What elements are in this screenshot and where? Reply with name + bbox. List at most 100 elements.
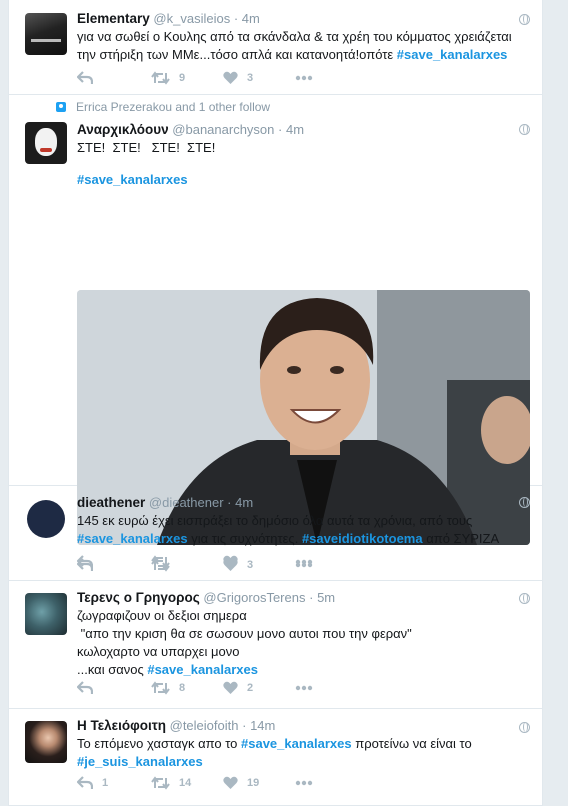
fullname[interactable]: Τερενς ο Γρηγορος (77, 590, 200, 605)
tweet-text: ζωγραφιζουν οι δεξιοι σημερα "απο την κρ… (77, 607, 530, 679)
retweet-count: 14 (179, 777, 192, 789)
username[interactable]: @bananarchyson (172, 122, 274, 137)
tweet-text-line: ζωγραφιζουν οι δεξιοι σημερα (77, 608, 247, 623)
retweet-button[interactable]: 14 (151, 774, 223, 792)
hashtag-link[interactable]: #save_kanalarxes (77, 172, 188, 187)
heart-icon (223, 776, 238, 789)
timeline: Elementary @k_vasileios · 4m για να σωθε… (8, 0, 543, 806)
more-button[interactable] (295, 679, 313, 697)
tweet-header: dieathener @dieathener · 4m (77, 494, 530, 512)
separator: · (227, 495, 232, 510)
retweet-icon (151, 71, 170, 85)
tweet[interactable]: dieathener @dieathener · 4m 145 εκ ευρώ … (9, 486, 542, 581)
retweet-count: 8 (179, 682, 186, 694)
like-button[interactable]: 3 (223, 69, 295, 87)
reply-button[interactable] (77, 69, 151, 87)
retweet-button[interactable]: 8 (151, 679, 223, 697)
tweet-text: για να σωθεί ο Κουλης από τα σκάνδαλα & … (77, 28, 530, 64)
reply-button[interactable] (77, 553, 151, 571)
tweet-text-part: 145 εκ ευρώ έχει εισπράξει το δημόσιο όλ… (77, 513, 473, 528)
separator: · (278, 122, 283, 137)
tweet-actions: 8 2 (77, 679, 313, 697)
more-button[interactable] (295, 553, 313, 571)
hashtag-link[interactable]: #save_kanalarxes (147, 662, 258, 677)
like-count: 2 (247, 682, 254, 694)
reply-icon (77, 555, 93, 568)
timestamp[interactable]: 4m (242, 11, 260, 26)
hashtag-link[interactable]: #saveidiotikotoema (302, 531, 423, 546)
clown-avatar-image (25, 122, 67, 164)
like-button[interactable]: 2 (223, 679, 295, 697)
tweet-actions (77, 553, 313, 571)
timestamp[interactable]: 5m (317, 590, 335, 605)
timestamp[interactable]: 4m (235, 495, 253, 510)
tweet[interactable]: Τερενς ο Γρηγορος @GrigorosTerens · 5m ζ… (9, 581, 542, 709)
more-icon (295, 685, 313, 691)
retweet-button[interactable] (151, 553, 223, 571)
retweet-icon (151, 681, 170, 695)
tweet-text-line: #save_kanalarxes (77, 171, 530, 189)
timestamp[interactable]: 4m (286, 122, 304, 137)
more-icon (295, 75, 313, 81)
separator: · (233, 11, 239, 26)
tweet-text-part: προτείνω να είναι το (351, 736, 472, 751)
tweet-header: Η Τελειόφοιτη @teleiofoith · 14m (77, 717, 530, 735)
reply-button[interactable]: 1 (77, 774, 151, 792)
retweet-count: 9 (179, 72, 186, 84)
heart-icon (223, 681, 238, 694)
more-button[interactable] (295, 774, 313, 792)
like-button[interactable] (223, 553, 295, 571)
reply-icon (77, 776, 93, 789)
tweet-text-line: "απο την κριση θα σε σωσουν μονο αυτοι π… (77, 626, 412, 641)
avatar[interactable] (25, 122, 67, 164)
tweet[interactable]: Elementary @k_vasileios · 4m για να σωθε… (9, 0, 542, 95)
heart-icon (223, 71, 238, 84)
username[interactable]: @k_vasileios (153, 11, 230, 26)
tweet-text-part: ...και σανος (77, 662, 148, 677)
tweet-text-line: κωλοχαρτο να υπαρχει μονο (77, 644, 240, 659)
retweet-icon (151, 776, 170, 790)
hashtag-link[interactable]: #save_kanalarxes (241, 736, 352, 751)
fullname[interactable]: Elementary (77, 11, 150, 26)
tweet-actions: 1 14 19 (77, 774, 313, 792)
reply-button[interactable] (77, 679, 151, 697)
like-count: 19 (247, 777, 260, 789)
tweet-header: Αναρχικλόουν @bananarchyson · 4m (77, 121, 530, 139)
username[interactable]: @teleiofoith (170, 718, 239, 733)
separator: · (309, 590, 314, 605)
timestamp[interactable]: 14m (250, 718, 275, 733)
user-icon (56, 102, 66, 112)
heart-icon (223, 555, 238, 568)
tweet-text: ΣΤΕ! ΣΤΕ! ΣΤΕ! ΣΤΕ! (77, 140, 216, 155)
reply-icon (77, 71, 93, 84)
avatar[interactable] (25, 593, 67, 635)
separator: · (242, 718, 247, 733)
fullname[interactable]: dieathener (77, 495, 145, 510)
fullname[interactable]: Αναρχικλόουν (77, 122, 169, 137)
social-context: Errica Prezerakou and 1 other follow (56, 100, 270, 114)
hashtag-link[interactable]: #je_suis_kanalarxes (77, 754, 203, 769)
retweet-icon (151, 555, 170, 569)
more-button[interactable] (295, 69, 313, 87)
social-context-text[interactable]: Errica Prezerakou and 1 other follow (76, 100, 270, 114)
more-icon (295, 780, 313, 786)
tweet-actions: 9 3 (77, 69, 313, 87)
tweet-header: Τερενς ο Γρηγορος @GrigorosTerens · 5m (77, 589, 530, 607)
avatar[interactable] (25, 13, 67, 55)
hashtag-link[interactable]: #save_kanalarxes (77, 531, 188, 546)
fullname[interactable]: Η Τελειόφοιτη (77, 718, 166, 733)
tweet-text-part: Το επόμενο χασταγκ απο το (77, 736, 242, 751)
username[interactable]: @GrigorosTerens (203, 590, 305, 605)
tweet[interactable]: Errica Prezerakou and 1 other follow Ανα… (9, 95, 542, 572)
tweet-text: 145 εκ ευρώ έχει εισπράξει το δημόσιο όλ… (77, 512, 530, 548)
reply-count: 1 (102, 777, 109, 789)
like-count: 3 (247, 72, 254, 84)
like-button[interactable]: 19 (223, 774, 295, 792)
retweet-button[interactable]: 9 (151, 69, 223, 87)
avatar[interactable] (25, 721, 67, 763)
username[interactable]: @dieathener (149, 495, 224, 510)
tweet[interactable]: Η Τελειόφοιτη @teleiofoith · 14m Το επόμ… (9, 709, 542, 806)
hashtag-link[interactable]: #save_kanalarxes (397, 47, 508, 62)
avatar[interactable] (27, 500, 65, 538)
tweet-text-part: από ΣΥΡΙΖΑ (422, 531, 500, 546)
